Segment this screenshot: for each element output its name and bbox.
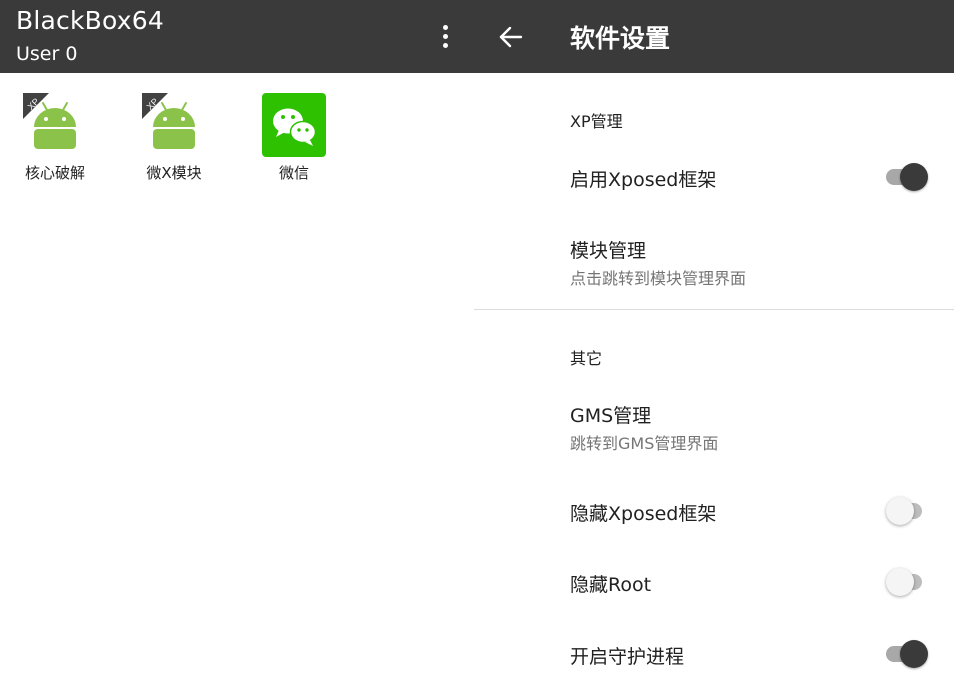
pref-title: 模块管理	[570, 240, 647, 262]
pref-title: 隐藏Xposed框架	[570, 503, 717, 525]
divider	[474, 309, 954, 310]
pref-daemon[interactable]: 开启守护进程	[474, 625, 954, 685]
pref-title: GMS管理	[570, 405, 652, 427]
app-item-core-crack[interactable]: XP 核心破解	[0, 93, 110, 183]
app-label: 微X模块	[146, 164, 202, 182]
switch-thumb	[900, 640, 928, 668]
daemon-switch[interactable]	[884, 639, 930, 669]
settings-app-bar: 软件设置	[474, 0, 954, 73]
android-xp-icon: XP	[23, 93, 87, 157]
switch-thumb	[886, 497, 914, 525]
settings-pane: 软件设置 XP管理 启用Xposed框架 模块管理 点击跳转到模块管理界面 其它…	[474, 0, 954, 690]
pref-module-manage[interactable]: 模块管理 点击跳转到模块管理界面	[474, 222, 954, 298]
dot	[442, 24, 448, 30]
wechat-icon	[262, 93, 326, 157]
pref-gms-manage[interactable]: GMS管理 跳转到GMS管理界面	[474, 388, 954, 464]
category-xp-manage: XP管理	[570, 112, 623, 131]
switch-thumb	[886, 568, 914, 596]
pref-hide-xposed[interactable]: 隐藏Xposed框架	[474, 482, 954, 542]
category-other: 其它	[570, 349, 603, 368]
app-item-wechat[interactable]: 微信	[239, 93, 349, 183]
pref-title: 启用Xposed框架	[570, 169, 717, 191]
more-options-icon[interactable]	[430, 18, 460, 54]
dot	[442, 33, 448, 39]
app-label: 微信	[278, 164, 309, 182]
enable-xposed-switch[interactable]	[884, 162, 930, 192]
android-xp-icon: XP	[142, 93, 206, 157]
launcher-pane: BlackBox64 User 0 XP 核心破解 XP 微X模块 微信	[0, 0, 474, 690]
dot	[442, 42, 448, 48]
app-item-wx-module[interactable]: XP 微X模块	[119, 93, 229, 183]
hide-root-switch[interactable]	[886, 567, 934, 597]
pref-hide-root[interactable]: 隐藏Root	[474, 553, 954, 613]
switch-thumb	[900, 163, 928, 191]
pref-summary: 跳转到GMS管理界面	[570, 434, 719, 453]
pref-title: 开启守护进程	[570, 646, 685, 668]
page-title: 软件设置	[570, 24, 671, 53]
pref-summary: 点击跳转到模块管理界面	[570, 269, 747, 288]
app-label: 核心破解	[24, 164, 85, 182]
user-label: User 0	[16, 43, 78, 65]
hide-xposed-switch[interactable]	[886, 496, 934, 526]
pref-enable-xposed[interactable]: 启用Xposed框架	[474, 148, 954, 208]
back-arrow-icon[interactable]	[496, 22, 526, 52]
launcher-app-bar: BlackBox64 User 0	[0, 0, 474, 73]
pref-title: 隐藏Root	[570, 574, 652, 596]
app-title: BlackBox64	[16, 6, 164, 35]
